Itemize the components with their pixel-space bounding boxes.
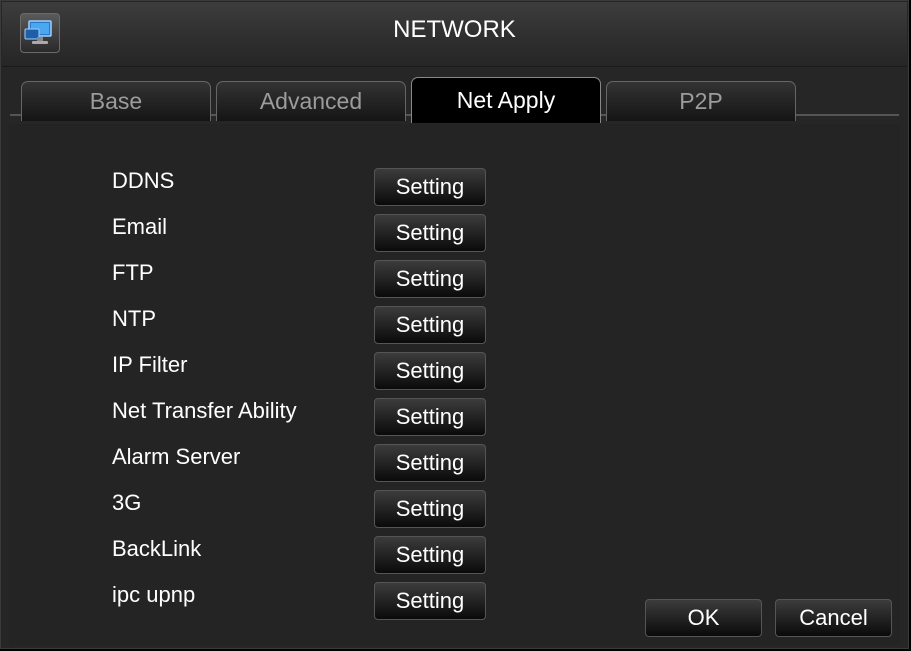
network-dialog: NETWORK Base Advanced Net Apply P2P DDNS… <box>0 0 909 649</box>
3g-setting-button[interactable]: Setting <box>374 490 486 528</box>
ipc-upnp-setting-button[interactable]: Setting <box>374 582 486 620</box>
service-label-net-transfer-ability: Net Transfer Ability <box>112 398 297 423</box>
ip-filter-setting-button[interactable]: Setting <box>374 352 486 390</box>
service-label-email: Email <box>112 214 168 239</box>
ok-button[interactable]: OK <box>645 599 762 637</box>
net-apply-panel: DDNS Setting Email Setting FTP Setting N… <box>9 124 900 645</box>
service-label-ftp: FTP <box>112 260 154 285</box>
tab-advanced[interactable]: Advanced <box>216 81 406 121</box>
service-label-alarm-server: Alarm Server <box>112 444 241 469</box>
ftp-setting-button[interactable]: Setting <box>374 260 486 298</box>
tab-strip: Base Advanced Net Apply P2P <box>2 67 907 124</box>
window-title: NETWORK <box>393 16 516 43</box>
backlink-setting-button[interactable]: Setting <box>374 536 486 574</box>
tab-base[interactable]: Base <box>21 81 211 121</box>
service-label-ddns: DDNS <box>112 168 175 193</box>
tab-p2p[interactable]: P2P <box>606 81 796 121</box>
service-label-ntp: NTP <box>112 306 156 331</box>
service-label-backlink: BackLink <box>112 536 202 561</box>
title-bar: NETWORK <box>2 2 907 67</box>
net-transfer-ability-setting-button[interactable]: Setting <box>374 398 486 436</box>
ntp-setting-button[interactable]: Setting <box>374 306 486 344</box>
tab-net-apply[interactable]: Net Apply <box>411 77 601 123</box>
ddns-setting-button[interactable]: Setting <box>374 168 486 206</box>
email-setting-button[interactable]: Setting <box>374 214 486 252</box>
service-label-ip-filter: IP Filter <box>112 352 188 377</box>
alarm-server-setting-button[interactable]: Setting <box>374 444 486 482</box>
service-label-ipc-upnp: ipc upnp <box>112 582 196 607</box>
service-label-3g: 3G <box>112 490 142 515</box>
cancel-button[interactable]: Cancel <box>775 599 892 637</box>
